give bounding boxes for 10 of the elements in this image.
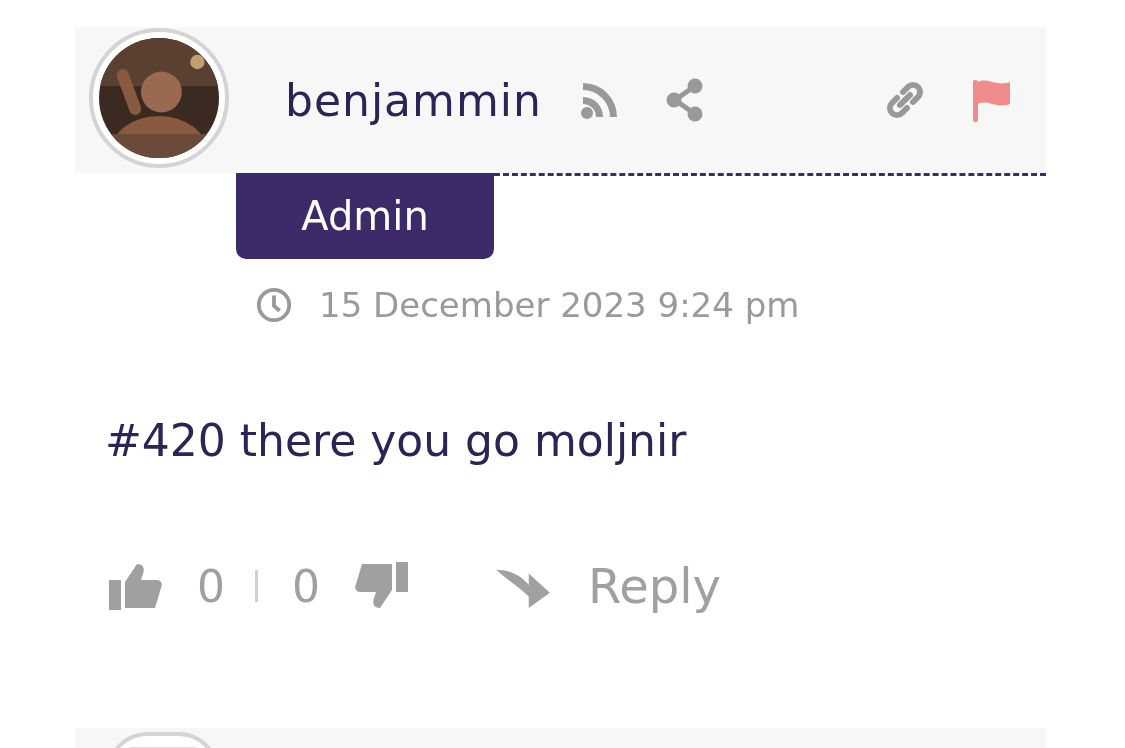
- upvote-count: 0: [197, 560, 225, 612]
- rss-icon[interactable]: [579, 80, 620, 120]
- comment-text: #420 there you go moljnir: [105, 415, 688, 466]
- role-badge: Admin: [236, 173, 494, 259]
- link-icon[interactable]: [885, 80, 925, 120]
- clock-icon: [255, 286, 293, 324]
- downvote-count: 0: [292, 560, 320, 612]
- timestamp: 15 December 2023 9:24 pm: [319, 285, 800, 325]
- share-icon[interactable]: [664, 78, 705, 122]
- author-name[interactable]: benjammin: [285, 74, 542, 126]
